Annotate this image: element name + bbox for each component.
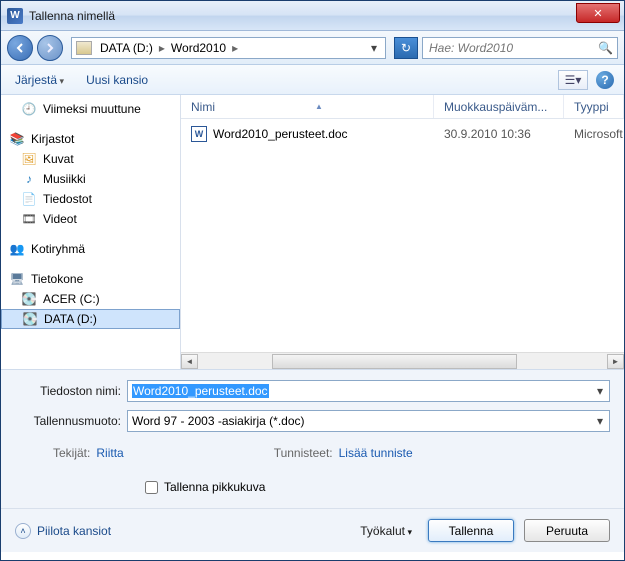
- tools-menu[interactable]: Työkalut: [354, 520, 418, 542]
- filetype-value: Word 97 - 2003 -asiakirja (*.doc): [132, 414, 305, 428]
- hide-folders-toggle[interactable]: ˄ Piilota kansiot: [15, 523, 111, 539]
- address-dropdown-icon[interactable]: ▾: [367, 41, 381, 55]
- window-title: Tallenna nimellä: [29, 9, 115, 23]
- sidebar-item-drive-c[interactable]: 💽 ACER (C:): [1, 289, 180, 309]
- sidebar-item-videos[interactable]: 🎞 Videot: [1, 209, 180, 229]
- word-doc-icon: W: [191, 126, 207, 142]
- navigation-bar: DATA (D:) ▸ Word2010 ▸ ▾ ↻ 🔍: [1, 31, 624, 65]
- address-bar[interactable]: DATA (D:) ▸ Word2010 ▸ ▾: [71, 37, 386, 59]
- drive-icon: 💽: [22, 311, 38, 327]
- authors-label: Tekijät:: [53, 446, 90, 460]
- close-button[interactable]: ✕: [576, 3, 620, 23]
- column-headers: Nimi ▲ Muokkauspäiväm... Tyyppi: [181, 95, 624, 119]
- computer-icon: 🖥: [9, 271, 25, 287]
- sort-ascending-icon: ▲: [315, 102, 323, 111]
- homegroup-icon: 👥: [9, 241, 25, 257]
- filename-dropdown-icon[interactable]: ▾: [595, 384, 605, 398]
- file-list-pane: Nimi ▲ Muokkauspäiväm... Tyyppi W Word2010…: [181, 95, 624, 369]
- chevron-right-icon: ▸: [157, 41, 167, 55]
- sidebar-item-music[interactable]: ♪ Musiikki: [1, 169, 180, 189]
- music-icon: ♪: [21, 171, 37, 187]
- column-label: Nimi: [191, 100, 215, 114]
- column-type[interactable]: Tyyppi: [564, 95, 624, 118]
- documents-icon: 📄: [21, 191, 37, 207]
- file-date: 30.9.2010 10:36: [434, 127, 564, 141]
- horizontal-scrollbar[interactable]: ◄ ►: [181, 352, 624, 369]
- libraries-icon: 📚: [9, 131, 25, 147]
- sidebar-item-label: Tietokone: [31, 272, 83, 286]
- dialog-footer: ˄ Piilota kansiot Työkalut Tallenna Peru…: [1, 508, 624, 552]
- sidebar-item-label: DATA (D:): [44, 312, 97, 326]
- save-thumbnail-label[interactable]: Tallenna pikkukuva: [164, 480, 265, 494]
- scroll-left-icon[interactable]: ◄: [181, 354, 198, 369]
- drive-icon: 💽: [21, 291, 37, 307]
- save-options-panel: Tiedoston nimi: Word2010_perusteet.doc ▾…: [1, 369, 624, 508]
- sidebar-item-label: ACER (C:): [43, 292, 100, 306]
- save-thumbnail-checkbox[interactable]: [145, 481, 158, 494]
- navigation-sidebar[interactable]: 🕘Viimeksi muuttune ▵📚Kirjastot 🖼Kuvat ♪M…: [1, 95, 181, 369]
- file-type: Microsoft: [564, 127, 624, 141]
- file-list[interactable]: WWord2010_perusteet.doc 30.9.2010 10:36 …: [181, 119, 624, 352]
- tags-label: Tunnisteet:: [274, 446, 333, 460]
- save-as-dialog: W Tallenna nimellä ✕ DATA (D:) ▸ Word201…: [0, 0, 625, 561]
- sidebar-item-computer[interactable]: ▵🖥Tietokone: [1, 269, 180, 289]
- back-button[interactable]: [7, 35, 33, 61]
- sidebar-item-documents[interactable]: 📄 Tiedostot: [1, 189, 180, 209]
- filetype-label: Tallennusmuoto:: [15, 414, 127, 428]
- videos-icon: 🎞: [21, 211, 37, 227]
- file-name: Word2010_perusteet.doc: [213, 127, 348, 141]
- forward-button[interactable]: [37, 35, 63, 61]
- filetype-select[interactable]: Word 97 - 2003 -asiakirja (*.doc) ▾: [127, 410, 610, 432]
- sidebar-item-label: Kotiryhmä: [31, 242, 85, 256]
- recent-icon: 🕘: [21, 101, 37, 117]
- search-icon[interactable]: 🔍: [598, 41, 613, 55]
- tags-value[interactable]: Lisää tunniste: [339, 446, 413, 460]
- organize-menu[interactable]: Järjestä: [11, 71, 68, 89]
- drive-icon: [76, 41, 92, 55]
- filename-input[interactable]: Word2010_perusteet.doc ▾: [127, 380, 610, 402]
- file-row[interactable]: WWord2010_perusteet.doc 30.9.2010 10:36 …: [181, 119, 624, 141]
- save-button[interactable]: Tallenna: [428, 519, 514, 542]
- titlebar[interactable]: W Tallenna nimellä ✕: [1, 1, 624, 31]
- view-mode-button[interactable]: ☰▾: [558, 70, 588, 90]
- chevron-up-icon: ˄: [15, 523, 31, 539]
- sidebar-item-homegroup[interactable]: 👥 Kotiryhmä: [1, 239, 180, 259]
- sidebar-item-drive-d[interactable]: 💽 DATA (D:): [1, 309, 180, 329]
- sidebar-item-label: Kirjastot: [31, 132, 74, 146]
- filename-value[interactable]: Word2010_perusteet.doc: [132, 384, 269, 398]
- search-box[interactable]: 🔍: [422, 37, 618, 59]
- sidebar-item-libraries[interactable]: ▵📚Kirjastot: [1, 129, 180, 149]
- sidebar-item-recent[interactable]: 🕘 Viimeksi muuttune: [1, 99, 180, 119]
- help-button[interactable]: ?: [596, 71, 614, 89]
- cancel-button[interactable]: Peruuta: [524, 519, 610, 542]
- breadcrumb-folder[interactable]: Word2010: [167, 41, 230, 55]
- sidebar-item-label: Kuvat: [43, 152, 74, 166]
- toolbar: Järjestä Uusi kansio ☰▾ ?: [1, 65, 624, 95]
- refresh-button[interactable]: ↻: [394, 37, 418, 59]
- search-input[interactable]: [423, 41, 598, 55]
- sidebar-item-label: Tiedostot: [43, 192, 92, 206]
- chevron-right-icon: ▸: [230, 41, 240, 55]
- column-name[interactable]: Nimi ▲: [181, 95, 434, 118]
- scroll-thumb[interactable]: [272, 354, 517, 369]
- filename-label: Tiedoston nimi:: [15, 384, 127, 398]
- sidebar-item-pictures[interactable]: 🖼 Kuvat: [1, 149, 180, 169]
- filetype-dropdown-icon[interactable]: ▾: [595, 414, 605, 428]
- scroll-right-icon[interactable]: ►: [607, 354, 624, 369]
- breadcrumb-drive[interactable]: DATA (D:): [96, 41, 157, 55]
- hide-folders-label: Piilota kansiot: [37, 524, 111, 538]
- authors-value[interactable]: Riitta: [96, 446, 123, 460]
- sidebar-item-label: Musiikki: [43, 172, 86, 186]
- pictures-icon: 🖼: [21, 151, 37, 167]
- sidebar-item-label: Videot: [43, 212, 77, 226]
- column-date[interactable]: Muokkauspäiväm...: [434, 95, 564, 118]
- new-folder-button[interactable]: Uusi kansio: [82, 71, 152, 89]
- sidebar-item-label: Viimeksi muuttune: [43, 102, 141, 116]
- word-app-icon: W: [7, 8, 23, 24]
